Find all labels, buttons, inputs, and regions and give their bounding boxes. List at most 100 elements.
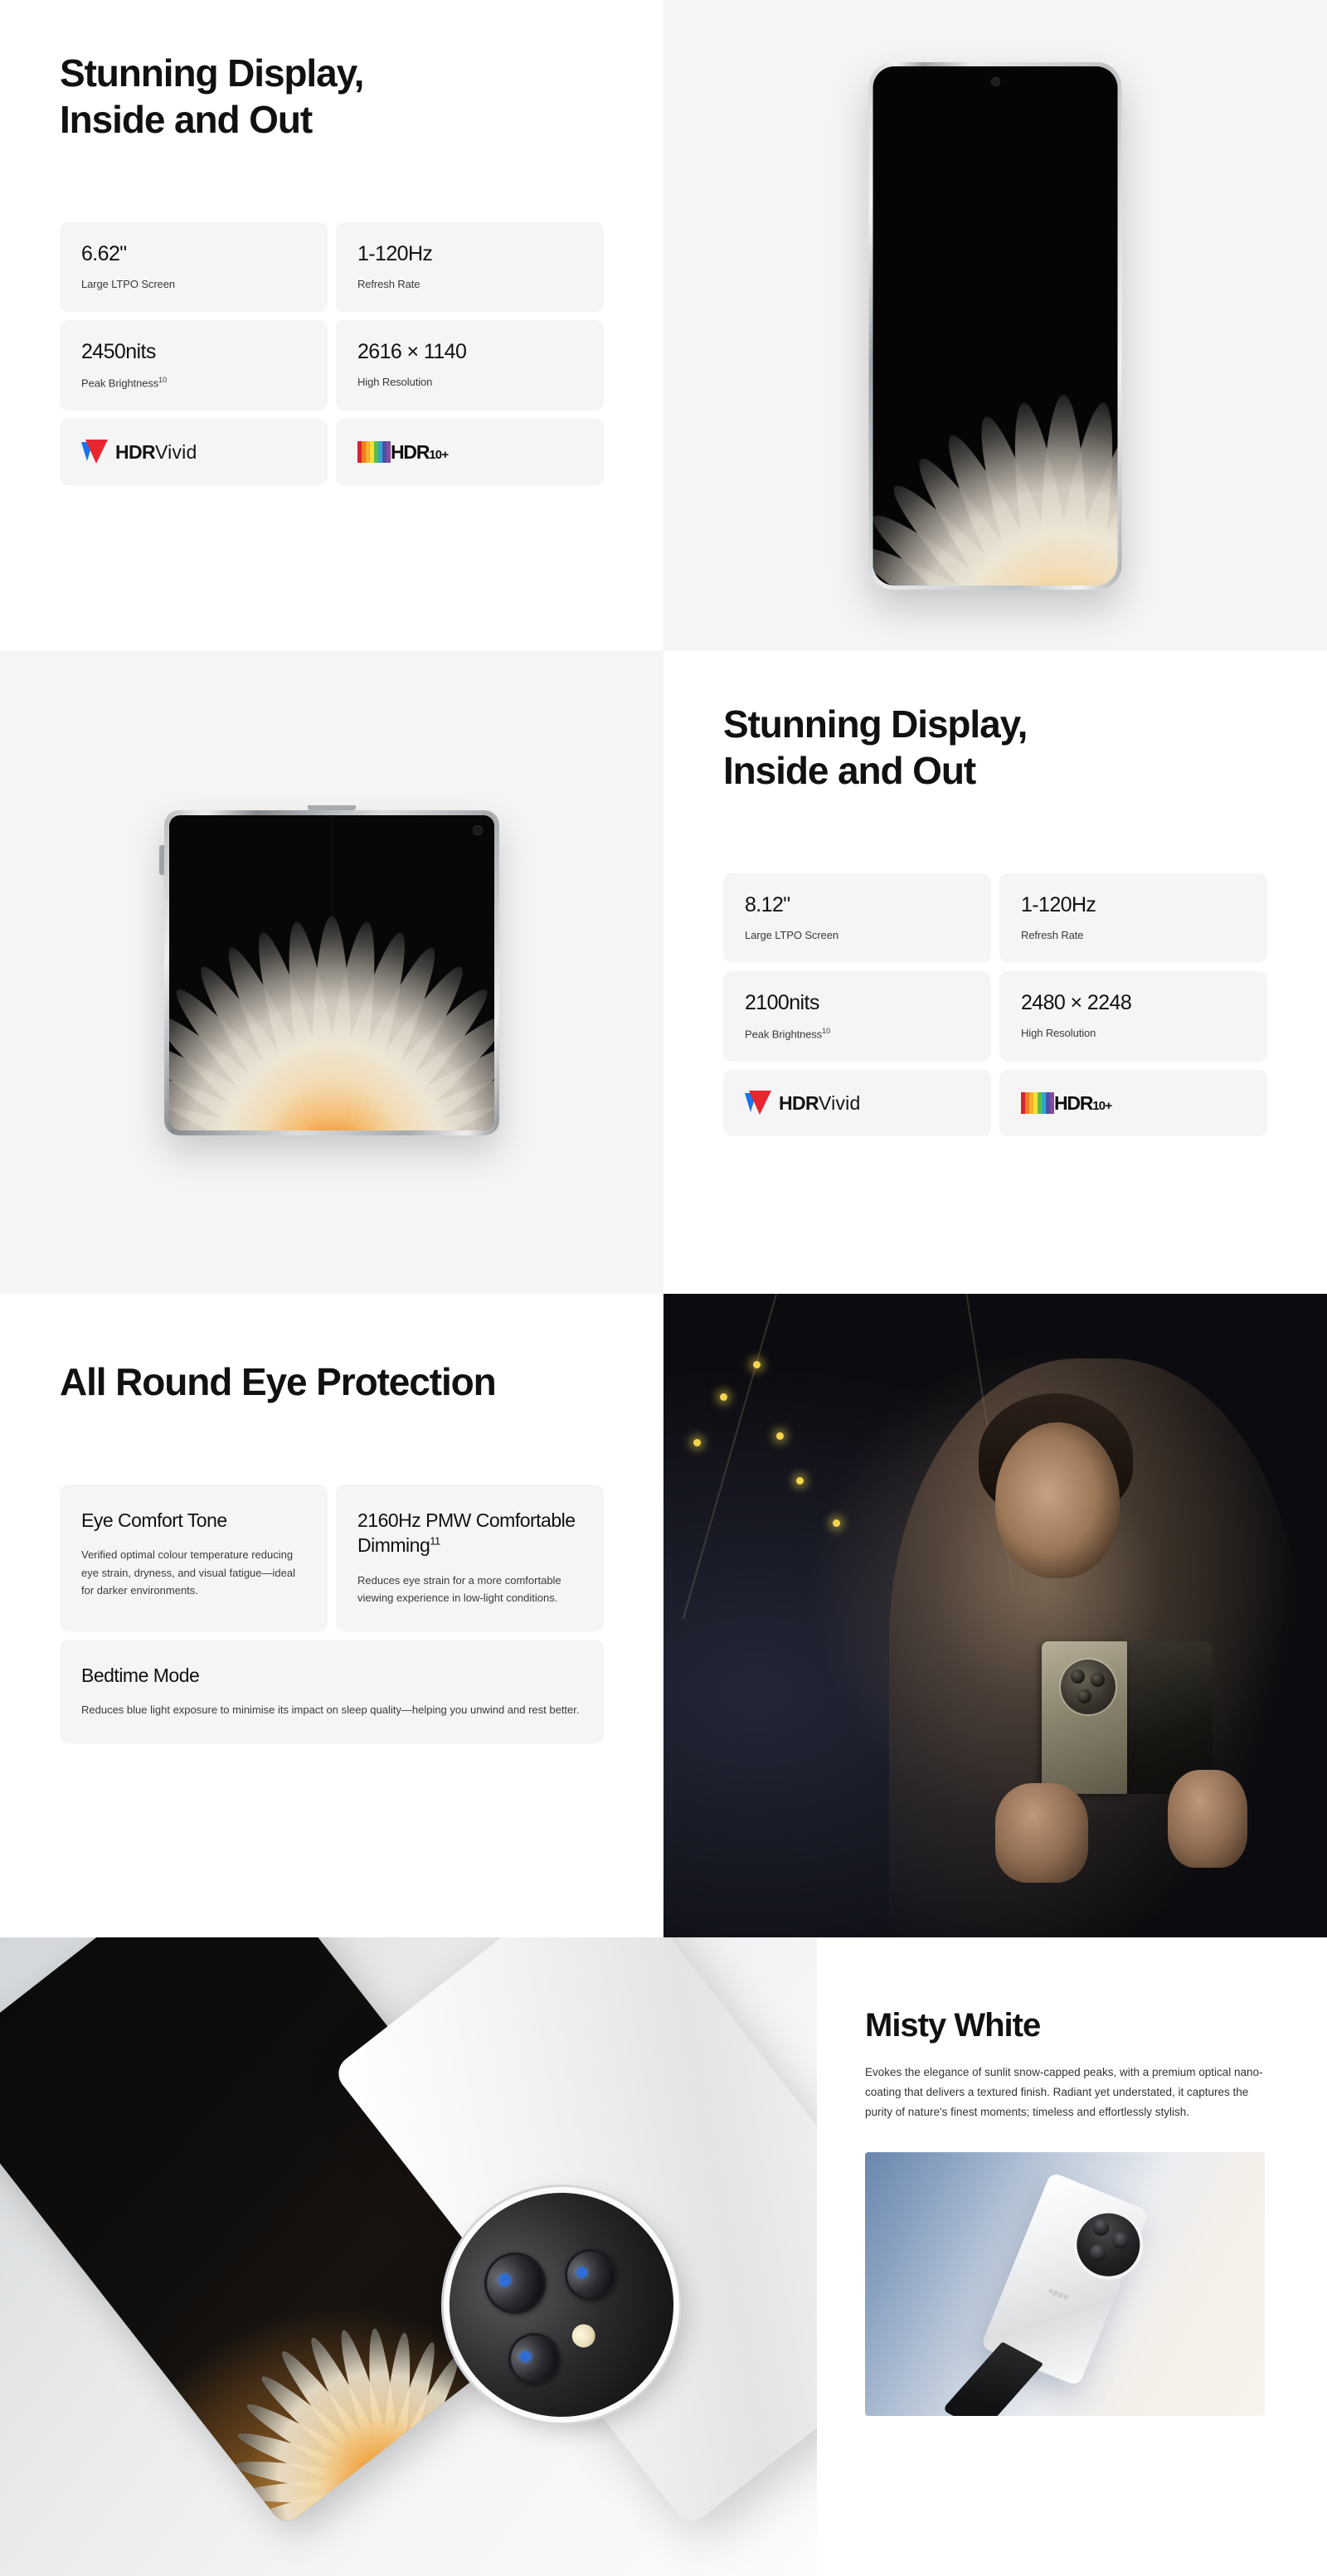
tent-seam [682,1294,785,1620]
camera-lens-icon [1090,1673,1105,1688]
spec-label-text: Large LTPO Screen [81,277,175,290]
hdr10-number: 10 [429,447,442,462]
headline-line-1: Stunning Display, [60,51,364,95]
spec-label: Peak Brightness10 [745,1027,970,1040]
fairy-light-icon [720,1393,727,1402]
eye-card-comfort-tone: Eye Comfort Tone Verified optimal colour… [60,1485,328,1631]
eye-card-title-text: 2160Hz PMW Comfortable Dimming [357,1509,576,1557]
spec-card-refresh-rate: 1-120Hz Refresh Rate [336,222,604,312]
spec-label-text: Refresh Rate [1021,928,1084,941]
brand-wordmark: oppo [1048,2285,1071,2301]
wallpaper-fan-burst [169,815,494,1130]
camera-lens-icon [1109,2229,1132,2252]
hdr10-plus-logo-icon: HDR10+ [357,440,449,464]
eye-card-body: Reduces eye strain for a more comfortabl… [357,1573,561,1604]
outer-display-spec-grid: 6.62" Large LTPO Screen 1-120Hz Refresh … [60,222,604,486]
eye-card-footnote-marker: 11 [430,1534,440,1548]
hdr-vivid-triangle-icon [81,440,108,464]
hdr-vivid-wordmark: HDRVivid [115,441,197,464]
hdr-vivid-logo-icon: HDRVivid [745,1091,860,1115]
camera-lens-icon [498,2322,571,2395]
tablet-side-button-icon [159,844,164,875]
inner-display-headline: Stunning Display, Inside and Out [723,701,1267,794]
spec-card-hdr-vivid: HDRVivid [60,419,328,486]
fairy-light-icon [693,1438,701,1446]
colour-description: Evokes the elegance of sunlit snow-cappe… [865,2066,1263,2119]
hdr10-spectrum-bars-icon [1021,1092,1054,1115]
eye-protection-headline: All Round Eye Protection [60,1360,497,1403]
camera-lens-icon [1090,2216,1112,2238]
eye-protection-copy-panel: All Round Eye Protection Eye Comfort Ton… [0,1294,664,1937]
spec-footnote-marker: 10 [822,1026,830,1035]
product-detail-page: Stunning Display, Inside and Out 6.62" L… [0,0,1327,2576]
hdr10-bold: HDR [391,440,430,463]
spec-value: 2450nits [81,339,156,363]
eye-card-title: 2160Hz PMW Comfortable Dimming11 [357,1508,582,1558]
spec-card-hdr-vivid: HDRVivid [723,1070,991,1137]
hdr10-plus-sign: + [441,447,449,462]
camera-flash-icon [566,2320,600,2353]
folded-phone-image [868,61,1122,590]
wallpaper-feather-burst [873,66,1118,586]
eye-card-body: Reduces blue light exposure to minimise … [81,1704,580,1717]
outer-display-headline: Stunning Display, Inside and Out [60,50,604,143]
fairy-light-icon [753,1361,761,1369]
spec-card-hdr10plus: HDR10+ [336,419,604,486]
right-hand [1168,1770,1247,1869]
wallpaper-petal [311,916,352,1130]
spec-label: Large LTPO Screen [81,278,306,290]
spec-label: Refresh Rate [1021,929,1246,941]
tablet-top-notch [308,804,356,810]
spec-card-screen-size: 6.62" Large LTPO Screen [60,222,328,312]
hdr10-wordmark: HDR10+ [391,440,449,463]
fairy-light-icon [833,1519,840,1527]
spec-card-resolution: 2616 × 1140 High Resolution [336,319,604,411]
hdr10-number: 10 [1092,1098,1106,1113]
wallpaper-petal [1040,394,1088,586]
hdr-vivid-triangle-icon [745,1091,771,1115]
eye-card-title: Eye Comfort Tone [81,1508,306,1533]
spec-value: 2100nits [745,990,819,1014]
eye-card-title-text: Eye Comfort Tone [81,1509,227,1532]
section-display-outer: Stunning Display, Inside and Out 6.62" L… [0,0,1327,651]
headline-line-2: Inside and Out [60,98,313,142]
section-colour-misty-white: Misty White Evokes the elegance of sunli… [0,1937,1327,2576]
inner-display-image-panel [0,651,664,1294]
hdr10-wordmark: HDR10+ [1054,1093,1112,1113]
spec-footnote-marker: 10 [158,375,167,384]
camera-lens-icon [1086,2242,1109,2264]
white-phone-hero-image [0,1937,817,2576]
spec-label-text: Large LTPO Screen [745,928,838,941]
camera-module-icon [1067,2203,1150,2286]
hdr-vivid-light: Vivid [155,440,197,463]
hdr10-plus-sign: + [1105,1098,1112,1113]
spec-label: High Resolution [1021,1027,1246,1039]
spec-label-text: High Resolution [357,375,433,388]
hdr-vivid-light: Vivid [819,1091,861,1114]
eye-card-pwm-dimming: 2160Hz PMW Comfortable Dimming11 Reduces… [336,1485,604,1631]
fairy-light-icon [776,1431,784,1440]
eye-card-body: Verified optimal colour temperature redu… [81,1548,295,1597]
spec-card-hdr10plus: HDR10+ [999,1070,1267,1137]
spec-label: Refresh Rate [357,278,582,290]
fairy-light-icon [796,1477,804,1485]
unfolded-tablet-image [159,804,499,1135]
camera-lens-icon [472,2239,559,2326]
inner-display-copy-panel: Stunning Display, Inside and Out 8.12" L… [664,651,1327,1294]
spec-label-text: Peak Brightness [81,377,159,390]
camera-lens-icon [1070,1670,1085,1684]
camera-module-icon [1060,1660,1116,1715]
spec-value: 6.62" [81,242,127,266]
inner-display-spec-grid: 8.12" Large LTPO Screen 1-120Hz Refresh … [723,873,1267,1137]
spec-value: 8.12" [745,893,790,917]
outer-display-image-panel [664,0,1327,651]
foldable-device-in-hand [1042,1641,1213,1795]
spec-card-peak-brightness: 2450nits Peak Brightness10 [60,319,328,411]
headline-line-1: Stunning Display, [723,702,1028,746]
spec-value: 2616 × 1140 [357,339,467,363]
hdr10-plus-logo-icon: HDR10+ [1021,1092,1112,1115]
hdr-vivid-wordmark: HDRVivid [779,1092,860,1115]
section-eye-protection: All Round Eye Protection Eye Comfort Ton… [0,1294,1327,1937]
headline-line-2: Inside and Out [723,749,976,793]
night-usage-photo [664,1294,1327,1937]
